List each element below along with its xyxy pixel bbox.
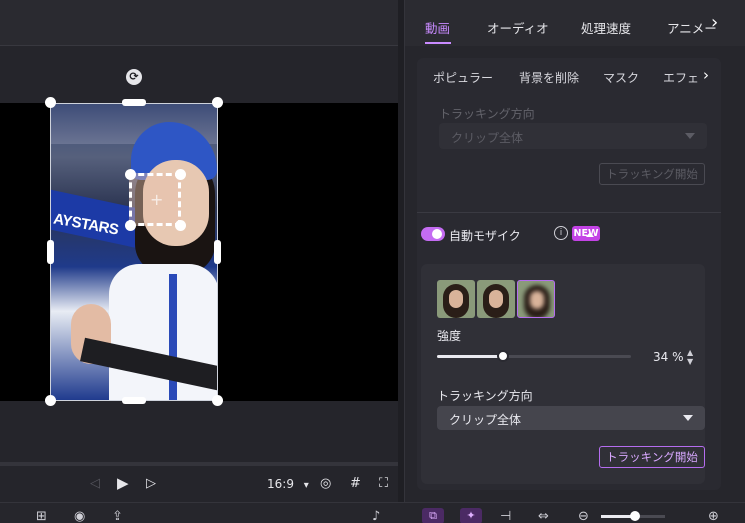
- grid-icon[interactable]: #: [350, 476, 361, 491]
- auto-mosaic-toggle[interactable]: [421, 227, 445, 241]
- next-frame-icon[interactable]: ▷: [146, 476, 156, 491]
- mosaic-handle-top-right[interactable]: [175, 169, 186, 180]
- export-icon[interactable]: ⇪: [112, 509, 123, 523]
- rotate-icon[interactable]: ⟳: [126, 69, 142, 85]
- toggle-knob: [432, 229, 442, 239]
- tab-speed[interactable]: 処理速度: [581, 18, 631, 37]
- info-icon[interactable]: i: [554, 226, 568, 240]
- disabled-tracking-label: トラッキング方向: [439, 107, 535, 121]
- chevron-down-icon: [683, 415, 693, 421]
- tab-video[interactable]: 動画: [425, 18, 450, 37]
- subtab-popular[interactable]: ポピュラー: [433, 69, 493, 86]
- split-icon[interactable]: ⊣: [500, 509, 511, 523]
- disabled-tracking-select: クリップ全体: [439, 123, 707, 149]
- mosaic-handle-bottom-right[interactable]: [175, 220, 186, 231]
- thumb-face: [530, 291, 544, 309]
- snapshot-icon[interactable]: ◎: [320, 476, 331, 491]
- chevron-down-icon: ▾: [303, 480, 309, 491]
- auto-mosaic-label: 自動モザイク: [449, 229, 521, 243]
- gift-icon[interactable]: ✦: [460, 508, 482, 523]
- strength-label: 強度: [437, 329, 462, 343]
- chevron-right-icon[interactable]: ›: [703, 66, 709, 84]
- effects-icon[interactable]: ◉: [74, 509, 85, 523]
- active-tab-indicator: [425, 42, 451, 44]
- strength-slider-fill: [437, 355, 503, 358]
- section-divider: [417, 212, 721, 213]
- strength-unit: %: [672, 350, 684, 364]
- mosaic-handle-top-left[interactable]: [125, 169, 136, 180]
- strength-number: 34: [653, 350, 669, 364]
- ai-tool-icon[interactable]: ⧉: [422, 508, 444, 523]
- auto-mosaic-settings: 強度 34 % ▲ ▼ トラッキング方向 クリップ全体 トラッキング開始: [421, 264, 705, 484]
- microphone-icon[interactable]: ♪: [372, 509, 380, 523]
- thumb-face: [489, 290, 503, 308]
- aspect-ratio-select[interactable]: 16:9 ▾: [267, 477, 309, 491]
- zoom-slider-handle[interactable]: [630, 511, 640, 521]
- play-icon[interactable]: ▶: [117, 474, 129, 492]
- clip-handle-bottom-right[interactable]: [212, 395, 223, 406]
- disabled-tracking-value: クリップ全体: [451, 131, 524, 145]
- subtab-mask[interactable]: マスク: [603, 69, 639, 86]
- clip-handle-bottom-left[interactable]: [45, 395, 56, 406]
- clip-handle-right[interactable]: [214, 240, 221, 264]
- video-settings: ポピュラー 背景を削除 マスク エフェ › トラッキング方向 クリップ全体 トラ…: [417, 58, 721, 490]
- clip-handle-top-right[interactable]: [212, 97, 223, 108]
- fit-icon[interactable]: ⇔: [538, 509, 549, 523]
- tracking-direction-select[interactable]: クリップ全体: [437, 406, 705, 430]
- player-controls: ◁ ▶ ▷ 16:9 ▾ ◎ # ⛶: [0, 466, 398, 502]
- fullscreen-icon[interactable]: ⛶: [379, 476, 388, 491]
- disabled-start-tracking-button: トラッキング開始: [599, 163, 705, 185]
- aspect-ratio-value: 16:9: [267, 477, 294, 491]
- subtab-remove-background[interactable]: 背景を削除: [519, 69, 579, 86]
- collapse-caret-icon[interactable]: [586, 232, 594, 237]
- preview-header: [0, 0, 398, 46]
- subtabs: ポピュラー 背景を削除 マスク エフェ ›: [417, 58, 721, 94]
- tab-animation[interactable]: アニメー: [667, 18, 717, 37]
- strength-value[interactable]: 34 %: [653, 350, 684, 364]
- previous-frame-icon[interactable]: ◁: [90, 476, 100, 491]
- start-tracking-button[interactable]: トラッキング開始: [599, 446, 705, 468]
- properties-panel: 動画 オーディオ 処理速度 アニメー › ポピュラー 背景を削除 マスク エフェ…: [404, 0, 745, 502]
- mosaic-move-icon[interactable]: +: [150, 190, 163, 209]
- strength-slider[interactable]: [437, 355, 631, 358]
- mosaic-handle-bottom-left[interactable]: [125, 220, 136, 231]
- mosaic-style-thumb-2[interactable]: [477, 280, 515, 318]
- property-tabs: 動画 オーディオ 処理速度 アニメー ›: [405, 0, 745, 46]
- tab-audio[interactable]: オーディオ: [487, 18, 549, 37]
- clip-handle-left[interactable]: [47, 240, 54, 264]
- tracking-direction-label: トラッキング方向: [437, 389, 533, 403]
- add-text-icon[interactable]: ⊞: [36, 509, 47, 523]
- editor-window: AYSTARS + ⟳ ◁ ▶ ▷ 16:9 ▾ ◎ # ⛶ 動画 オーディオ …: [0, 0, 745, 523]
- subtab-effects[interactable]: エフェ: [663, 69, 699, 86]
- strength-stepper[interactable]: ▲ ▼: [687, 348, 693, 366]
- clip-handle-top-left[interactable]: [45, 97, 56, 108]
- clip-handle-bottom[interactable]: [122, 397, 146, 404]
- video-clip-frame[interactable]: AYSTARS: [50, 103, 218, 401]
- thumb-face: [449, 290, 463, 308]
- strength-slider-handle[interactable]: [496, 350, 509, 362]
- chevron-right-icon[interactable]: ›: [711, 12, 718, 33]
- clip-shirt-stripe: [169, 274, 177, 400]
- mosaic-style-thumb-1[interactable]: [437, 280, 475, 318]
- mosaic-style-thumb-3-selected[interactable]: [517, 280, 555, 318]
- tracking-direction-value: クリップ全体: [449, 413, 522, 427]
- zoom-out-icon[interactable]: ⊖: [578, 509, 589, 523]
- chevron-down-icon: [685, 133, 695, 139]
- clip-handle-top[interactable]: [122, 99, 146, 106]
- zoom-in-icon[interactable]: ⊕: [708, 509, 719, 523]
